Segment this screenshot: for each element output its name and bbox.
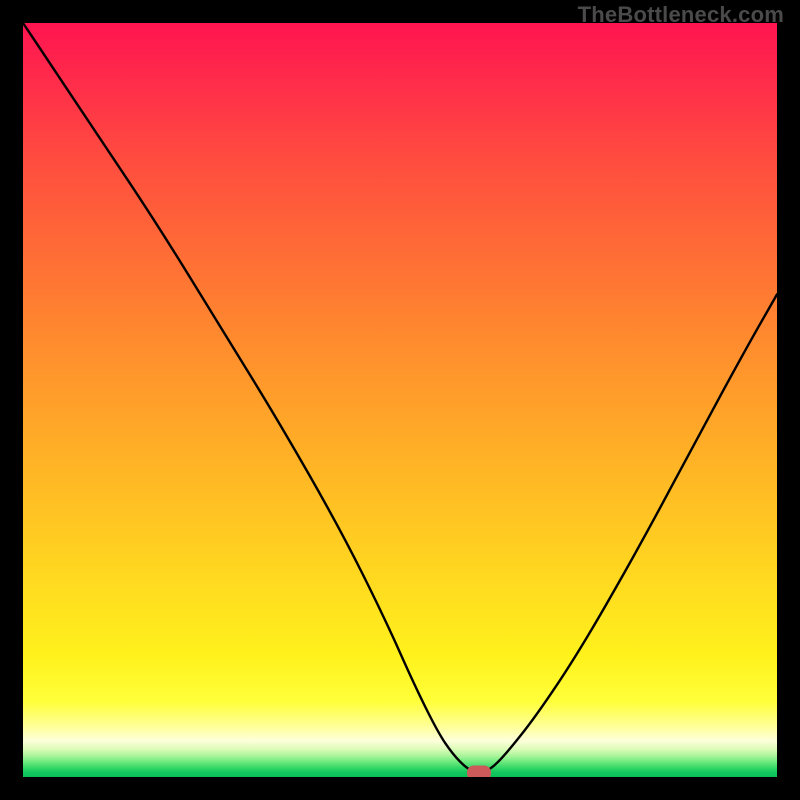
chart-frame: TheBottleneck.com	[0, 0, 800, 800]
bottleneck-curve	[23, 23, 777, 777]
plot-area	[23, 23, 777, 777]
minimum-marker	[467, 766, 491, 777]
